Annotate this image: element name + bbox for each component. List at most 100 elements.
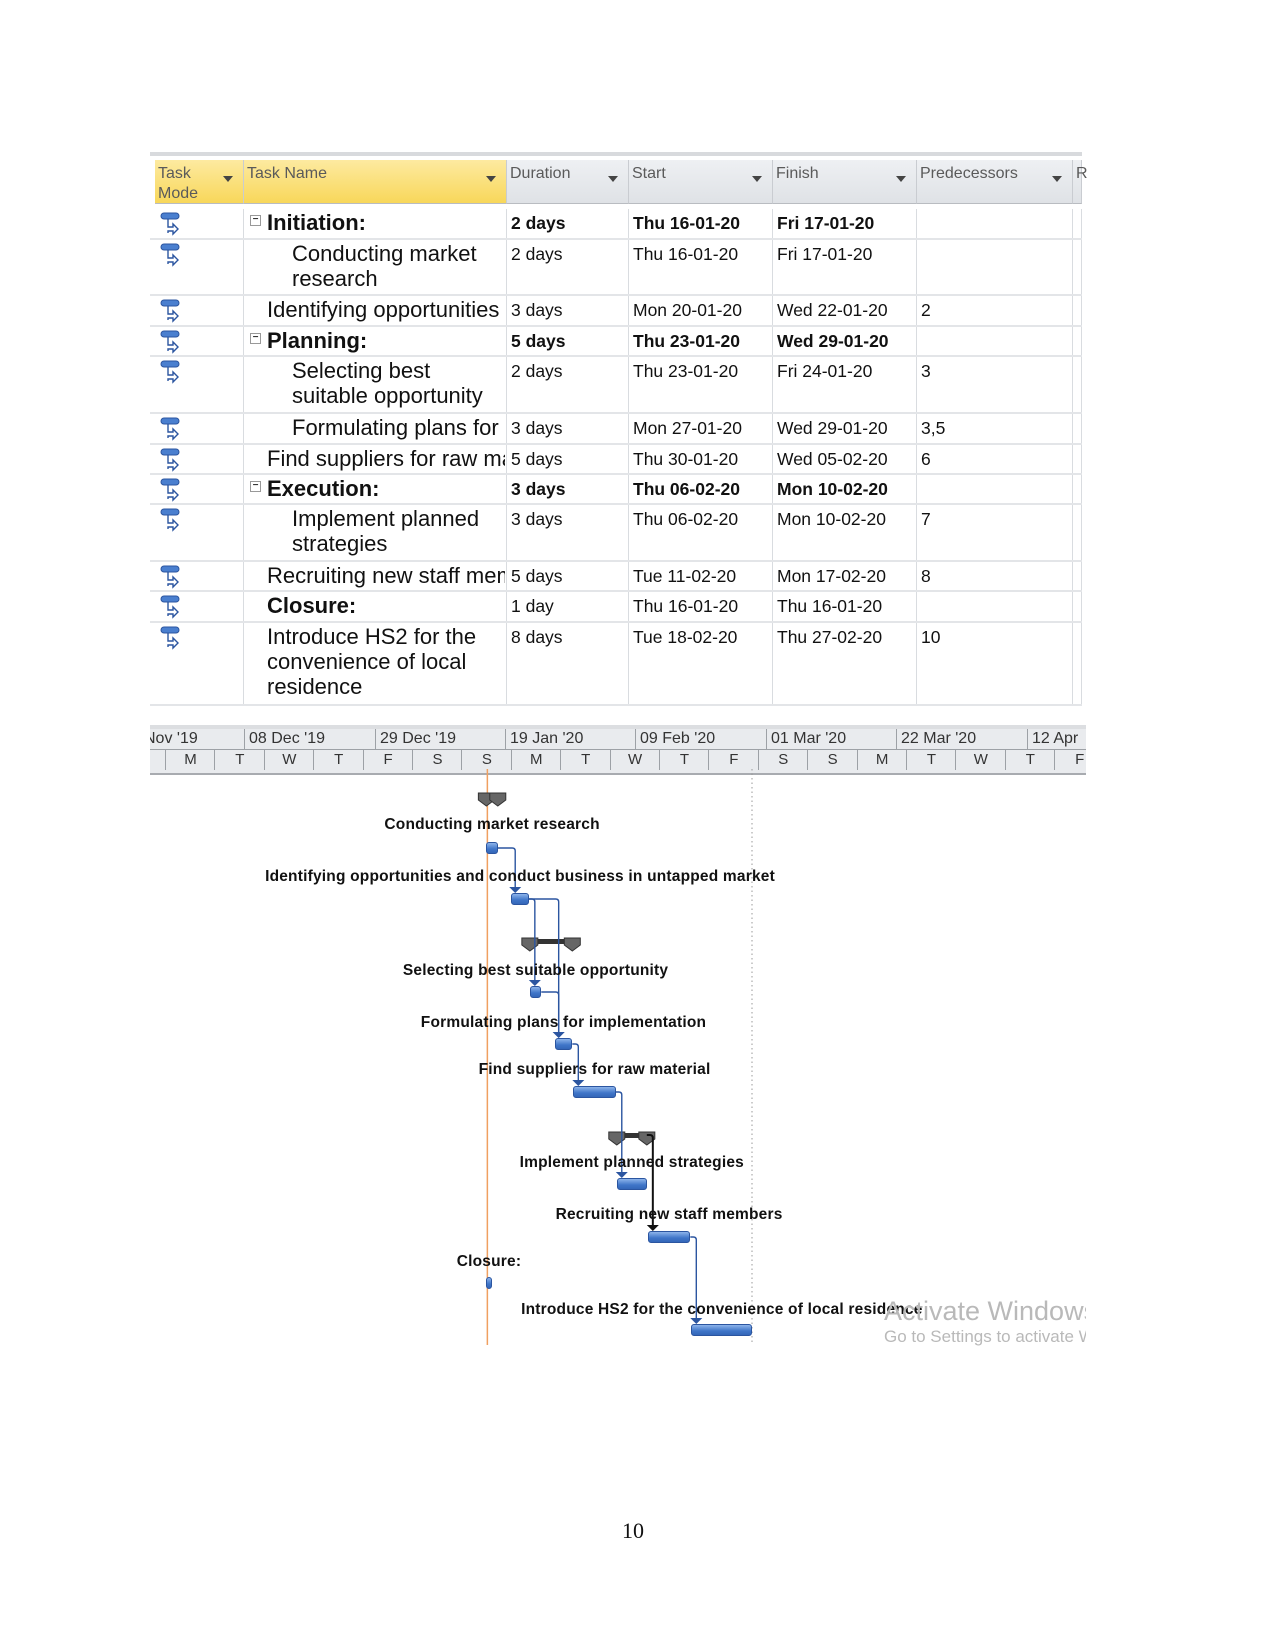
chevron-down-icon[interactable] <box>608 176 618 182</box>
collapse-icon[interactable]: − <box>250 215 261 226</box>
table-row[interactable]: − Execution: 3 days Thu 06-02-20 Mon 10-02-2… <box>150 475 1082 505</box>
table-row[interactable]: Find suppliers for raw material 5 days Thu… <box>150 445 1082 475</box>
task-start-cell[interactable]: Thu 23-01-20 <box>629 327 773 355</box>
task-bar[interactable] <box>529 986 542 998</box>
column-header-pred[interactable]: Predecessors <box>917 160 1073 204</box>
column-header-duration[interactable]: Duration <box>507 160 629 204</box>
task-name-cell[interactable]: Identifying opportunities and conduct bu… <box>244 296 507 325</box>
task-duration-cell[interactable]: 3 days <box>507 414 629 443</box>
task-name-cell[interactable]: Introduce HS2 for the convenience of loc… <box>244 623 507 704</box>
collapse-icon[interactable]: − <box>250 481 261 492</box>
task-finish-cell[interactable]: Wed 29-01-20 <box>773 414 917 443</box>
task-finish-cell[interactable]: Wed 22-01-20 <box>773 296 917 325</box>
task-name-cell[interactable]: − Initiation: <box>244 209 507 238</box>
task-finish-cell[interactable]: Fri 17-01-20 <box>773 209 917 238</box>
task-pred-cell[interactable]: 8 <box>917 562 1073 590</box>
task-duration-cell[interactable]: 3 days <box>507 296 629 325</box>
task-start-cell[interactable]: Tue 18-02-20 <box>629 623 773 704</box>
task-finish-cell[interactable]: Thu 27-02-20 <box>773 623 917 704</box>
task-pred-cell[interactable] <box>917 475 1073 503</box>
chevron-down-icon[interactable] <box>752 176 762 182</box>
task-pred-cell[interactable] <box>917 327 1073 355</box>
task-start-cell[interactable]: Thu 16-01-20 <box>629 240 773 294</box>
task-bar[interactable] <box>616 1178 647 1190</box>
task-name-cell[interactable]: Closure: <box>244 592 507 621</box>
chevron-down-icon[interactable] <box>223 176 233 182</box>
task-pred-cell[interactable]: 3 <box>917 357 1073 412</box>
table-row[interactable]: Closure: 1 day Thu 16-01-20 Thu 16-01-20 <box>150 592 1082 623</box>
table-row[interactable]: − Planning: 5 days Thu 23-01-20 Wed 29-01-20 <box>150 327 1082 357</box>
chevron-down-icon[interactable] <box>486 176 496 182</box>
table-row[interactable]: Conducting market research 2 days Thu 16-0… <box>150 240 1082 296</box>
task-name-cell[interactable]: Conducting market research <box>244 240 507 294</box>
task-finish-cell[interactable]: Mon 10-02-20 <box>773 475 917 503</box>
task-duration-cell[interactable]: 5 days <box>507 445 629 473</box>
task-bar[interactable] <box>554 1038 573 1050</box>
table-row[interactable]: Recruiting new staff members 5 days Tue 11… <box>150 562 1082 592</box>
table-row[interactable]: Selecting best suitable opportunity 2 day… <box>150 357 1082 414</box>
task-bar[interactable] <box>486 1277 493 1289</box>
task-finish-cell[interactable]: Fri 17-01-20 <box>773 240 917 294</box>
task-start-cell[interactable]: Thu 06-02-20 <box>629 475 773 503</box>
task-duration-cell[interactable]: 8 days <box>507 623 629 704</box>
column-header-start[interactable]: Start <box>629 160 773 204</box>
task-finish-cell[interactable]: Wed 05-02-20 <box>773 445 917 473</box>
chevron-down-icon[interactable] <box>1052 176 1062 182</box>
column-header-name[interactable]: Task Name <box>244 160 507 204</box>
task-bar[interactable] <box>486 842 498 854</box>
table-row[interactable]: Identifying opportunities and conduct bu… <box>150 296 1082 327</box>
task-bar[interactable] <box>511 893 529 905</box>
task-finish-cell[interactable]: Fri 24-01-20 <box>773 357 917 412</box>
task-start-cell[interactable]: Thu 16-01-20 <box>629 592 773 621</box>
task-finish-cell[interactable]: Mon 17-02-20 <box>773 562 917 590</box>
column-header-mode[interactable]: Task Mode <box>155 160 244 204</box>
task-start-cell[interactable]: Tue 11-02-20 <box>629 562 773 590</box>
task-duration-cell[interactable]: 5 days <box>507 327 629 355</box>
task-finish-cell[interactable]: Wed 29-01-20 <box>773 327 917 355</box>
task-duration-cell[interactable]: 2 days <box>507 357 629 412</box>
task-start-cell[interactable]: Thu 23-01-20 <box>629 357 773 412</box>
task-start-cell[interactable]: Thu 06-02-20 <box>629 505 773 560</box>
task-name-cell[interactable]: − Execution: <box>244 475 507 503</box>
task-name-cell[interactable]: Recruiting new staff members <box>244 562 507 590</box>
task-duration-cell[interactable]: 1 day <box>507 592 629 621</box>
task-duration-cell[interactable]: 5 days <box>507 562 629 590</box>
collapse-icon[interactable]: − <box>250 333 261 344</box>
table-row[interactable]: Implement planned strategies 3 days Thu 06… <box>150 505 1082 562</box>
table-row[interactable]: Introduce HS2 for the convenience of loc… <box>150 623 1082 706</box>
task-start-cell[interactable]: Mon 20-01-20 <box>629 296 773 325</box>
column-header-finish[interactable]: Finish <box>773 160 917 204</box>
task-bar[interactable] <box>573 1086 616 1098</box>
task-name-cell[interactable]: Find suppliers for raw material <box>244 445 507 473</box>
column-header-label: Predecessors <box>920 165 1018 182</box>
task-pred-cell[interactable] <box>917 209 1073 238</box>
task-finish-cell[interactable]: Thu 16-01-20 <box>773 592 917 621</box>
task-pred-cell[interactable] <box>917 592 1073 621</box>
task-duration-cell[interactable]: 3 days <box>507 475 629 503</box>
task-pred-cell[interactable] <box>917 240 1073 294</box>
table-row[interactable]: − Initiation: 2 days Thu 16-01-20 Fri 17-01-… <box>150 209 1082 240</box>
chevron-down-icon[interactable] <box>896 176 906 182</box>
task-pred-cell[interactable]: 3,5 <box>917 414 1073 443</box>
task-bar[interactable] <box>691 1324 753 1336</box>
task-pred-cell[interactable]: 7 <box>917 505 1073 560</box>
task-bar[interactable] <box>647 1231 691 1243</box>
task-pred-cell[interactable]: 10 <box>917 623 1073 704</box>
task-name-cell[interactable]: Selecting best suitable opportunity <box>244 357 507 412</box>
table-row[interactable]: Formulating plans for implementation 3 da… <box>150 414 1082 445</box>
task-name-cell[interactable]: − Planning: <box>244 327 507 355</box>
task-pred-cell[interactable]: 2 <box>917 296 1073 325</box>
task-name-cell[interactable]: Formulating plans for implementation <box>244 414 507 443</box>
task-finish: Wed 29-01-20 <box>777 331 889 351</box>
task-start-cell[interactable]: Thu 16-01-20 <box>629 209 773 238</box>
task-finish-cell[interactable]: Mon 10-02-20 <box>773 505 917 560</box>
resource-cell <box>1073 209 1082 238</box>
column-header-res[interactable]: R <box>1073 160 1088 204</box>
task-start-cell[interactable]: Thu 30-01-20 <box>629 445 773 473</box>
task-start-cell[interactable]: Mon 27-01-20 <box>629 414 773 443</box>
task-duration-cell[interactable]: 2 days <box>507 209 629 238</box>
task-pred-cell[interactable]: 6 <box>917 445 1073 473</box>
task-duration-cell[interactable]: 3 days <box>507 505 629 560</box>
task-name-cell[interactable]: Implement planned strategies <box>244 505 507 560</box>
task-duration-cell[interactable]: 2 days <box>507 240 629 294</box>
